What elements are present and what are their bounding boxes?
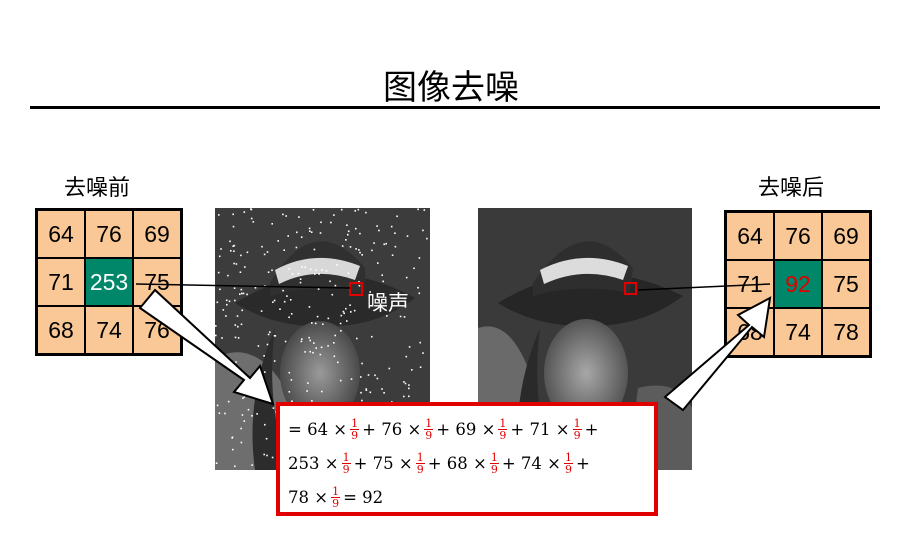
after-cell: 78 bbox=[822, 308, 870, 356]
after-cell: 76 bbox=[774, 212, 822, 260]
before-center-cell: 253 bbox=[85, 258, 133, 306]
formula-line-3: 78 × 1 9 = 92 bbox=[288, 484, 384, 510]
mean-filter-formula: = 64 × 1 9 + 76 × 1 9 + 69 × 1 9 + 71 × 1 9 + 25… bbox=[276, 402, 658, 516]
before-label: 去噪前 bbox=[64, 176, 131, 201]
after-cell: 69 bbox=[822, 212, 870, 260]
formula-line-2: 253 × 1 9 + 75 × 1 9 + 68 × 1 9 + 74 × 1 9 + bbox=[288, 450, 590, 476]
noise-label: 噪声 bbox=[367, 291, 409, 315]
fraction: 19 bbox=[572, 416, 582, 442]
after-cell: 64 bbox=[726, 212, 774, 260]
fraction: 19 bbox=[424, 416, 434, 442]
before-cell: 69 bbox=[133, 210, 181, 258]
fraction: 19 bbox=[415, 450, 425, 476]
after-cell: 75 bbox=[822, 260, 870, 308]
title-underline bbox=[30, 106, 880, 109]
before-cell: 64 bbox=[37, 210, 85, 258]
fraction: 19 bbox=[341, 450, 351, 476]
fraction: 19 bbox=[350, 416, 360, 442]
after-label: 去噪后 bbox=[758, 176, 825, 201]
before-cell: 76 bbox=[133, 306, 181, 354]
before-cell: 71 bbox=[37, 258, 85, 306]
fraction: 19 bbox=[331, 484, 341, 510]
fraction: 19 bbox=[564, 450, 573, 476]
before-cell: 74 bbox=[85, 306, 133, 354]
before-cell: 75 bbox=[133, 258, 181, 306]
after-cell: 68 bbox=[726, 308, 774, 356]
after-cell: 71 bbox=[726, 260, 774, 308]
fraction: 19 bbox=[498, 416, 508, 442]
after-center-cell: 92 bbox=[774, 260, 822, 308]
before-cell: 68 bbox=[37, 306, 85, 354]
after-pixel-grid: 64 76 69 71 92 75 68 74 78 bbox=[724, 210, 872, 358]
page-title: 图像去噪 bbox=[383, 68, 519, 108]
formula-line-1: = 64 × 1 9 + 76 × 1 9 + 69 × 1 9 + 71 × 1 9 + bbox=[288, 416, 599, 442]
before-pixel-grid: 64 76 69 71 253 75 68 74 76 bbox=[35, 208, 183, 356]
after-cell: 74 bbox=[774, 308, 822, 356]
fraction: 19 bbox=[489, 450, 499, 476]
before-cell: 76 bbox=[85, 210, 133, 258]
